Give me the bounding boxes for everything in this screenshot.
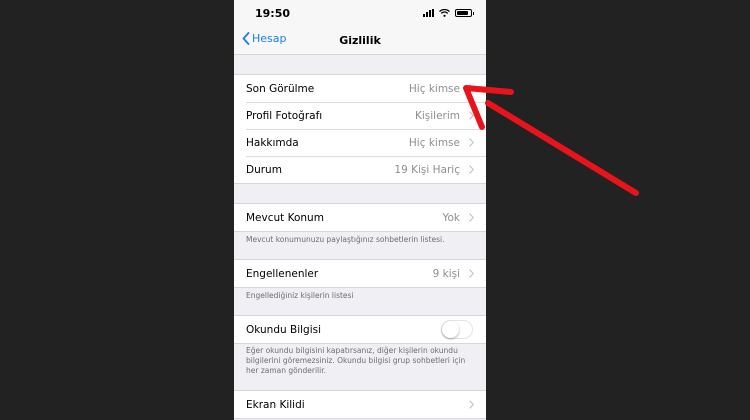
red-arrow-icon [463,85,639,196]
screenshot-stage: 19:50 Hesap Gizlilik Son Görülme Hiç kim… [0,0,750,420]
